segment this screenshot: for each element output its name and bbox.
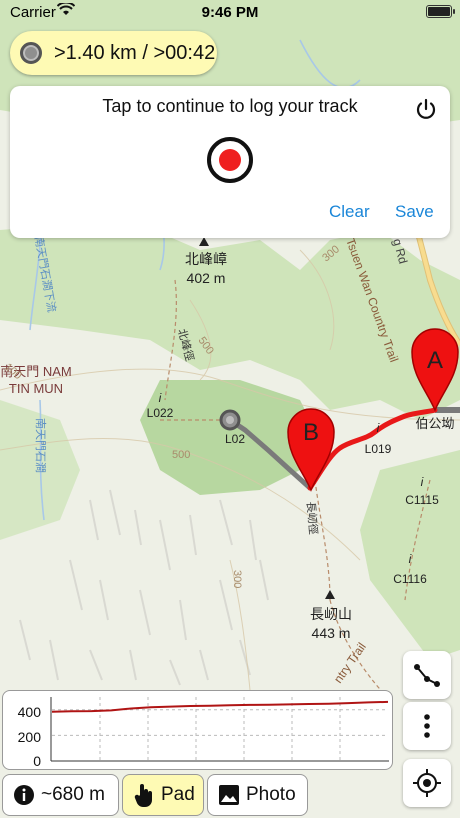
current-position-dot-center (226, 416, 234, 424)
distance-label: ~680 m (41, 784, 105, 805)
place-label: 伯公坳 (415, 416, 454, 431)
record-track-card[interactable]: Tap to continue to log your track Clear … (10, 86, 450, 238)
photo-icon (218, 784, 240, 806)
info-icon (13, 784, 35, 806)
save-button[interactable]: Save (395, 202, 434, 222)
waypoint-label: C1116 (393, 572, 427, 586)
waypoint-label: L022 (147, 406, 174, 420)
marker-label: B (303, 419, 319, 446)
distance-time-pill[interactable]: >1.40 km / >00:42 (10, 31, 217, 75)
y-tick-label: 200 (18, 729, 42, 745)
hand-pointer-icon (133, 782, 155, 808)
continue-logging-message: Tap to continue to log your track (102, 96, 358, 116)
waypoint-label: L02 (225, 432, 245, 446)
elevation-chart[interactable]: 400 200 0 (2, 690, 393, 770)
y-tick-label: 0 (33, 753, 41, 769)
photo-label: Photo (246, 784, 296, 805)
more-vertical-icon (424, 714, 430, 738)
info-icon: i (409, 552, 412, 566)
status-bar: Carrier 9:46 PM (0, 0, 460, 24)
distance-time-text: >1.40 km / >00:42 (54, 41, 216, 64)
stream-label: 南天門石澗 (34, 418, 47, 473)
clear-button[interactable]: Clear (329, 202, 370, 222)
locate-button[interactable] (403, 759, 451, 807)
pad-button[interactable]: Pad (122, 774, 204, 816)
contour-label: 500 (172, 449, 190, 461)
position-dot-icon (20, 42, 42, 64)
waypoint-label: C1115 (405, 493, 439, 507)
peak-elevation: 443 m (312, 625, 351, 641)
clock: 9:46 PM (201, 4, 259, 21)
more-options-button[interactable] (403, 702, 451, 750)
route-icon (414, 664, 440, 687)
photo-button[interactable]: Photo (207, 774, 308, 816)
info-icon: i (159, 391, 162, 405)
pad-label: Pad (161, 784, 195, 805)
waypoint-label: L019 (365, 442, 392, 456)
distance-info-button[interactable]: ~680 m (2, 774, 119, 816)
contour-label: 300 (231, 570, 243, 588)
place-label: TIN MUN (9, 381, 63, 396)
info-icon: i (421, 475, 424, 489)
peak-elevation: 402 m (187, 270, 226, 286)
record-button[interactable] (207, 137, 253, 183)
info-icon: i (377, 421, 380, 435)
route-button[interactable] (403, 651, 451, 699)
battery-icon (426, 5, 455, 18)
power-icon[interactable] (414, 98, 438, 122)
peak-name: 長屻山 (310, 606, 352, 622)
locate-crosshair-icon (413, 769, 441, 797)
y-tick-label: 400 (18, 704, 42, 720)
peak-name: 北峰嶂 (185, 251, 227, 267)
chart-grid (52, 697, 388, 762)
marker-label: A (427, 347, 443, 374)
